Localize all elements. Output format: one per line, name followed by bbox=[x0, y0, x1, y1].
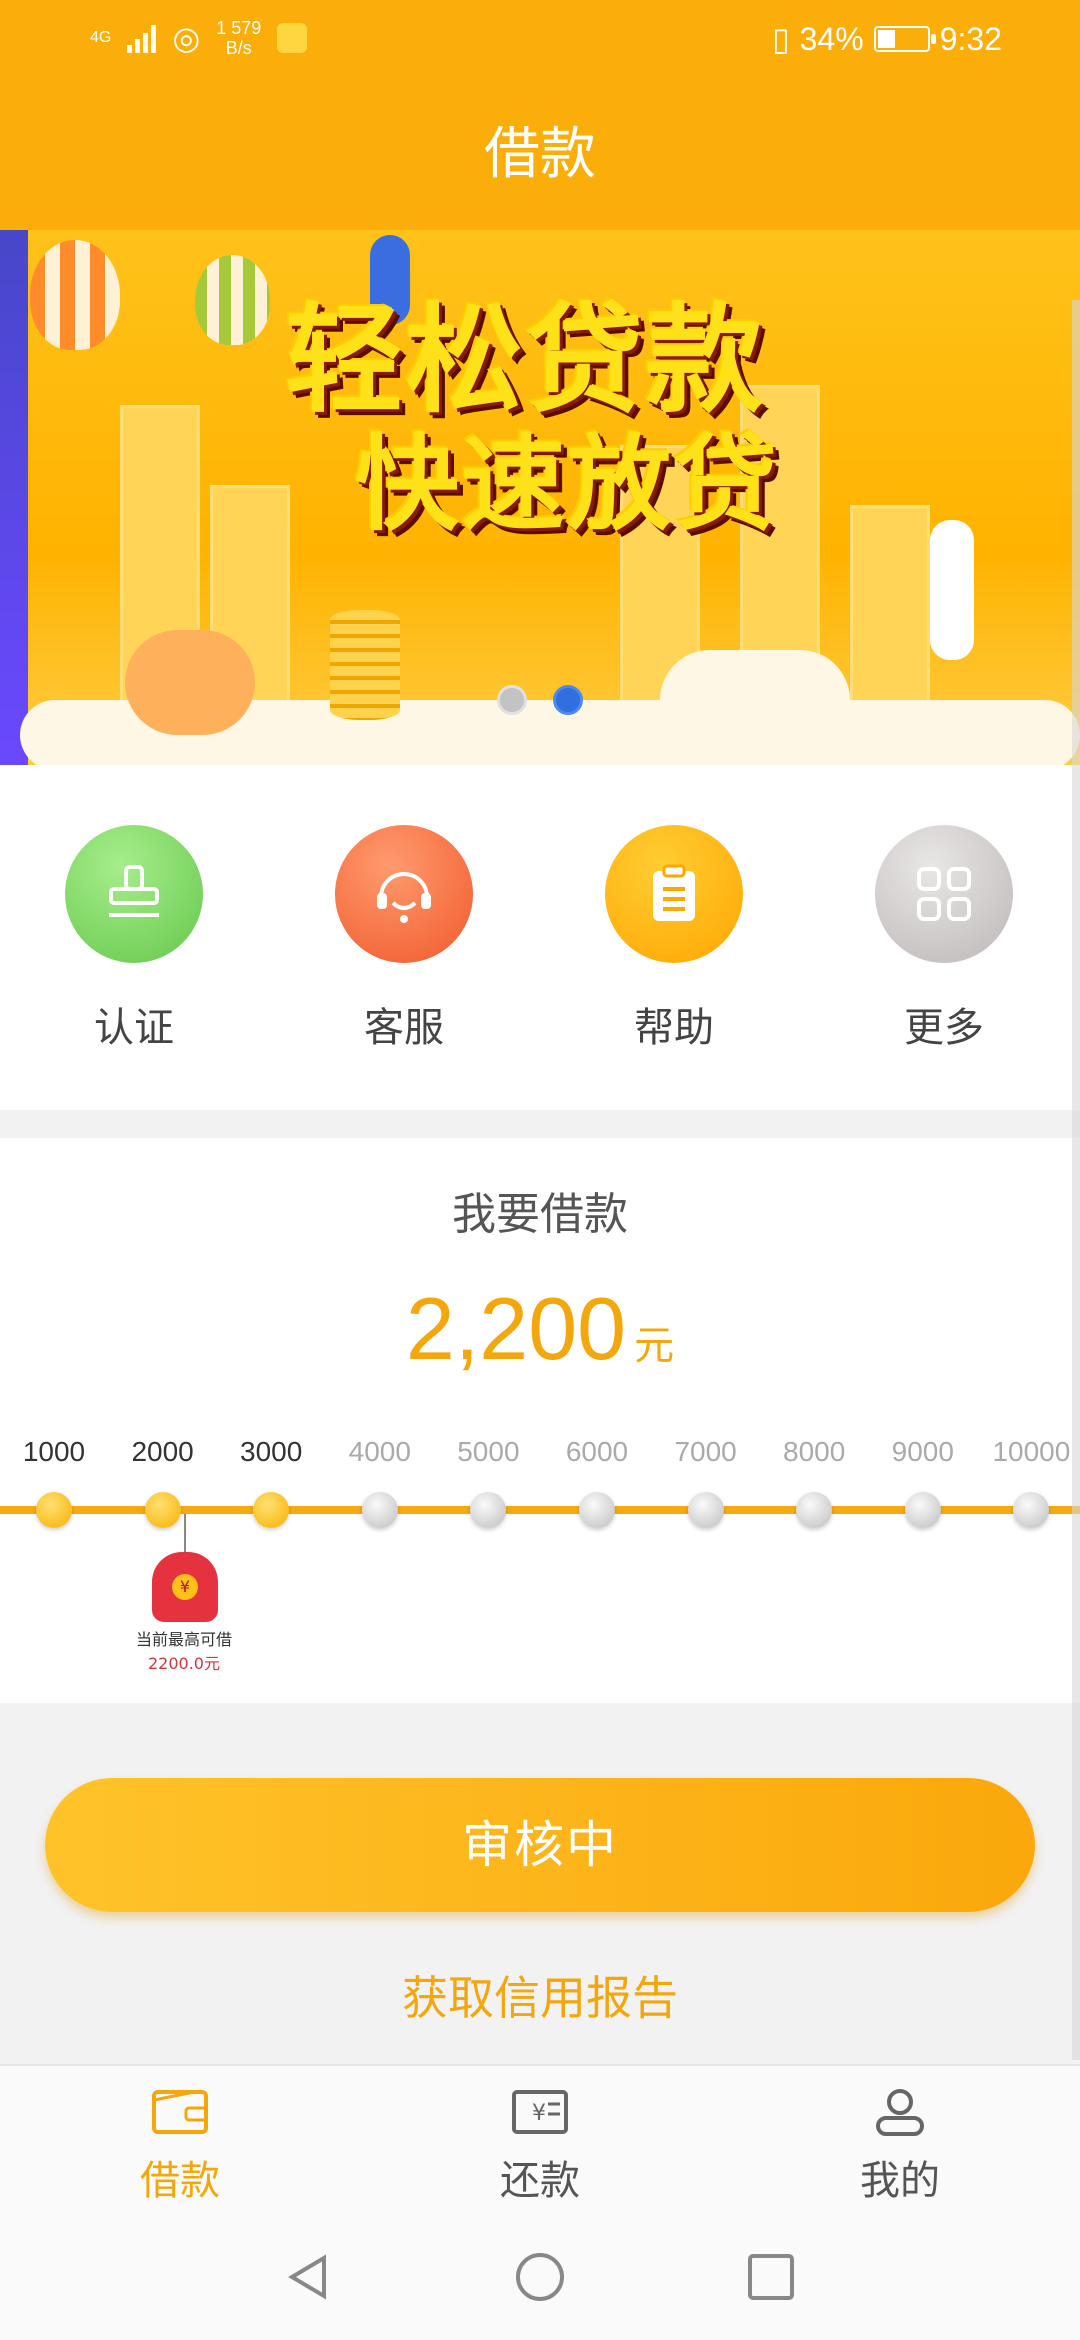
network-type: 4G bbox=[90, 29, 112, 46]
banner-carousel[interactable]: 轻松贷款 快速放贷 bbox=[0, 230, 1080, 765]
carousel-indicator bbox=[0, 685, 1080, 715]
amount-tick-label: 7000 bbox=[674, 1436, 737, 1467]
amount-slider-stop[interactable] bbox=[36, 1492, 72, 1528]
bill-icon: ¥ bbox=[512, 2090, 568, 2134]
amount-scale-labels: 1000 2000 3000 4000 5000 6000 7000 8000 9000 1000… bbox=[0, 1436, 1080, 1476]
max-marker-pin bbox=[184, 1514, 186, 1554]
app-notification-icon bbox=[277, 23, 308, 53]
speed-value: 1 579 bbox=[216, 18, 262, 38]
nav-tab-label: 还款 bbox=[500, 2158, 580, 2204]
battery-icon bbox=[873, 26, 936, 52]
home-icon[interactable] bbox=[513, 2250, 567, 2304]
status-left: 4G ◎ 1 579 B/s bbox=[90, 18, 308, 58]
hotspot-icon: ◎ bbox=[172, 20, 201, 56]
recent-apps-icon[interactable] bbox=[744, 2250, 798, 2304]
status-bar: 4G ◎ 1 579 B/s ▯ 34% 9:32 bbox=[0, 0, 1080, 80]
amount-slider-stop[interactable] bbox=[361, 1492, 398, 1528]
amount-tick-label: 8000 bbox=[783, 1436, 846, 1467]
amount-slider-stop[interactable] bbox=[253, 1492, 290, 1528]
clipboard-icon bbox=[605, 825, 743, 963]
stamp-icon bbox=[65, 825, 203, 963]
app-header: 借款 bbox=[0, 80, 1080, 230]
quick-actions: 认证 客服 帮助 更多 bbox=[0, 765, 1080, 1110]
banner-line-1: 轻松贷款 bbox=[285, 291, 766, 429]
balloon-graphic bbox=[30, 240, 120, 350]
max-loan-label: 当前最高可借 bbox=[135, 1630, 232, 1649]
back-icon[interactable] bbox=[282, 2250, 336, 2304]
max-loan-marker: 当前最高可借 2200.0元 bbox=[104, 1628, 264, 1676]
max-loan-value: 2200.0元 bbox=[148, 1654, 220, 1673]
scrollbar[interactable] bbox=[1072, 300, 1080, 2060]
amount-tick-label: 3000 bbox=[240, 1436, 303, 1467]
amount-tick-label: 1000 bbox=[22, 1436, 86, 1467]
quick-action-label: 帮助 bbox=[634, 1005, 714, 1051]
carousel-dot-active[interactable] bbox=[553, 685, 583, 715]
amount-tick-label: 9000 bbox=[891, 1436, 954, 1467]
svg-text:¥: ¥ bbox=[532, 2101, 546, 2126]
amount-slider-stop[interactable] bbox=[904, 1492, 941, 1528]
amount-tick-label: 6000 bbox=[565, 1436, 629, 1467]
page-title: 借款 bbox=[484, 122, 596, 187]
system-navigation-bar bbox=[0, 2214, 1080, 2340]
banner-title: 轻松贷款 快速放贷 bbox=[285, 295, 779, 543]
nav-tab-loan[interactable]: 借款 bbox=[80, 2086, 280, 2206]
signal-icon bbox=[127, 23, 157, 53]
amount-tick-label: 5000 bbox=[457, 1436, 520, 1467]
review-status-button[interactable]: 审核中 bbox=[45, 1778, 1035, 1912]
amount-slider-stop[interactable] bbox=[144, 1492, 181, 1528]
building-graphic bbox=[850, 505, 930, 705]
money-bag-icon: ¥ bbox=[152, 1552, 218, 1622]
loan-amount: 2,200 元 bbox=[0, 1278, 1080, 1380]
quick-action-label: 更多 bbox=[904, 1005, 984, 1051]
nav-tab-label: 我的 bbox=[860, 2158, 940, 2204]
amount-tick-label: 10000 bbox=[992, 1436, 1071, 1467]
amount-value: 2,200 bbox=[405, 1279, 627, 1378]
amount-slider-stop[interactable] bbox=[796, 1492, 833, 1528]
quick-action-more[interactable]: 更多 bbox=[844, 825, 1044, 1053]
quick-action-service[interactable]: 客服 bbox=[304, 825, 504, 1053]
nav-tab-mine[interactable]: 我的 bbox=[800, 2086, 1000, 2206]
nav-tab-label: 借款 bbox=[140, 2158, 220, 2204]
vibrate-icon: ▯ bbox=[772, 21, 790, 57]
amount-slider-stop[interactable] bbox=[1013, 1492, 1050, 1528]
credit-report-link[interactable]: 获取信用报告 bbox=[0, 1962, 1080, 2028]
quick-action-verify[interactable]: 认证 bbox=[34, 825, 234, 1053]
banner-line-2: 快速放贷 bbox=[355, 423, 780, 545]
headset-icon bbox=[335, 825, 473, 963]
grid-icon bbox=[875, 825, 1013, 963]
amount-slider-stop[interactable] bbox=[579, 1492, 615, 1528]
piggy-bank-graphic bbox=[125, 630, 255, 735]
wallet-icon bbox=[152, 2090, 208, 2134]
bottom-navigation: 借款 ¥ 还款 我的 bbox=[0, 2064, 1080, 2214]
battery-percent: 34% bbox=[799, 20, 864, 57]
carousel-dot[interactable] bbox=[497, 685, 527, 715]
amount-slider-stop[interactable] bbox=[470, 1492, 507, 1528]
clock: 9:32 bbox=[939, 20, 1002, 57]
nav-tab-repay[interactable]: ¥ 还款 bbox=[440, 2086, 640, 2206]
amount-tick-label: 4000 bbox=[348, 1436, 411, 1467]
status-right: ▯ 34% 9:32 bbox=[772, 20, 1002, 58]
amount-slider-stop[interactable] bbox=[687, 1492, 724, 1528]
amount-unit: 元 bbox=[634, 1323, 675, 1369]
loan-card: 我要借款 2,200 元 1000 2000 3000 4000 5000 6000 7000… bbox=[0, 1138, 1080, 1703]
loan-title: 我要借款 bbox=[452, 1189, 628, 1240]
user-icon bbox=[876, 2089, 924, 2136]
amount-tick-label: 2000 bbox=[131, 1436, 194, 1467]
speed-unit: B/s bbox=[225, 38, 252, 58]
person-graphic bbox=[930, 520, 974, 660]
quick-action-label: 客服 bbox=[364, 1005, 444, 1051]
balloon-graphic bbox=[195, 255, 270, 345]
quick-action-help[interactable]: 帮助 bbox=[574, 825, 774, 1053]
quick-action-label: 认证 bbox=[94, 1005, 174, 1051]
network-speed: 1 579 B/s bbox=[216, 18, 261, 58]
